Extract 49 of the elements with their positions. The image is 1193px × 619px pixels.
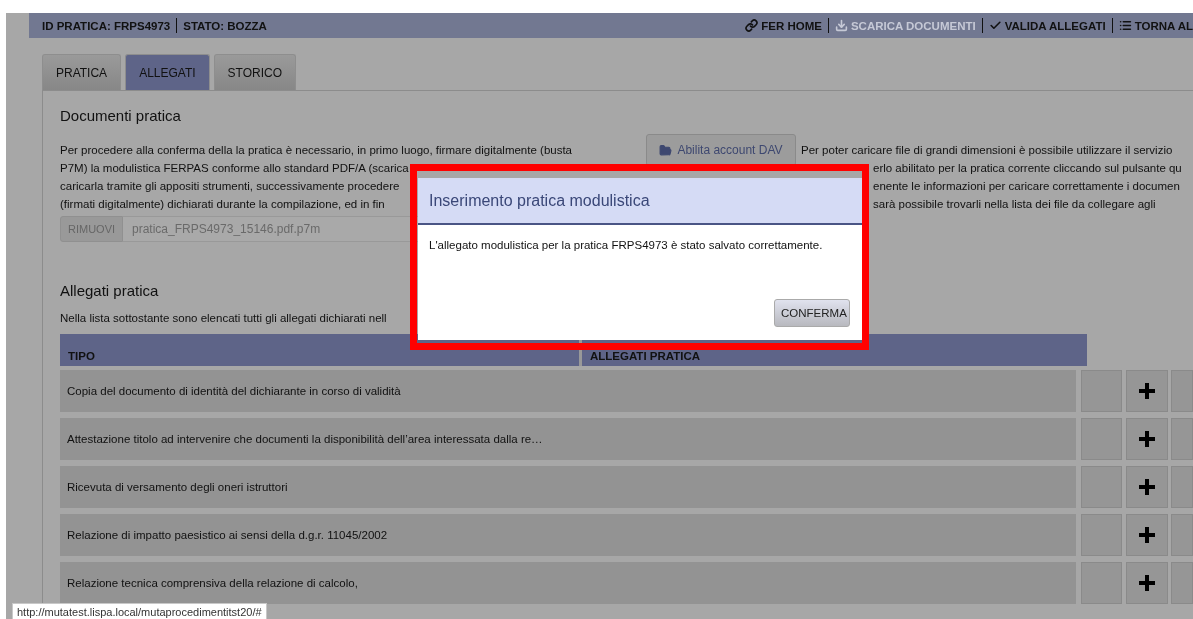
paragraph-line: P7M) la modulistica FERPAS conforme allo standard PDF/A (scarica [60,161,409,176]
plus-icon[interactable] [1137,526,1156,544]
table-cell [1081,418,1122,460]
table-cell [1171,562,1193,604]
table-cell [1171,466,1193,508]
table-cell: Relazione tecnica comprensiva della relazione di calcolo, [60,562,1077,604]
paragraph-line: (firmati digitalmente) dichiarati durante la compilazione, ed in fin [60,197,385,212]
paragraph-line: sarà possibile trovarli nella lista dei file da collegare agli [872,197,1156,212]
table-cell: Attestazione titolo ad intervenire che documenti la disponibilità dell’area interessata dalla re… [60,418,1077,460]
section-title: Allegati pratica [60,282,160,299]
table-cell [1081,370,1122,412]
paragraph-line: erlo abilitato per la pratica corrente cliccando sul pulsante qu [872,161,1182,176]
table-cell [1171,418,1193,460]
tab[interactable]: ALLEGATI [125,54,210,90]
dialog-title: Inserimento pratica modulistica [418,178,862,225]
table-cell [1171,514,1193,556]
header-link[interactable]: FER HOME [745,19,822,32]
plus-icon[interactable] [1137,478,1156,496]
section-note: Nella lista sottostante sono elencati tutti gli allegati dichiarati nell [60,312,387,324]
status-url: http://mutatest.lispa.local/mutaprocedimentitst20/# [12,603,267,619]
table-cell: Copia del documento di identità del dichiarante in corso di validità [60,370,1077,412]
table-cell [1081,514,1122,556]
plus-icon[interactable] [1137,382,1156,400]
table-cell [1081,466,1122,508]
paragraph-line: Per procedere alla conferma della la pratica è necessario, in primo luogo, firmare digitalmente (busta [60,143,572,158]
plus-icon[interactable] [1137,574,1156,592]
enable-dav-button[interactable]: Abilita account DAV [646,134,796,166]
folder-icon [659,143,673,157]
table-cell: Ricevuta di versamento degli oneri istruttori [60,466,1077,508]
paragraph-line: caricarla tramite gli appositi strumenti, successivamente procedere [60,179,400,194]
section-title: Documenti pratica [60,107,182,124]
header-link[interactable]: TORNA AL [1118,19,1193,32]
table-cell [1081,562,1122,604]
table-cell: Relazione di impatto paesistico ai sensi della d.g.r. 11045/2002 [60,514,1077,556]
tab[interactable]: PRATICA [42,54,122,90]
practice-status: STATO: BOZZA [183,19,267,32]
paragraph-line: Per poter caricare file di grandi dimensioni è possibile utilizzare il servizio [801,143,1173,158]
table-cell [1171,370,1193,412]
practice-id: ID PRATICA: FRPS4973 [42,19,171,32]
confirm-button[interactable]: CONFERMA [774,299,850,327]
list-icon [1118,19,1132,32]
paragraph-line: enente le informazioni per caricare correttamente i documen [872,179,1180,194]
download-icon [834,19,848,32]
plus-icon[interactable] [1137,430,1156,448]
column-header: ALLEGATI PRATICA [588,349,702,364]
check-icon [988,19,1002,32]
link-icon [745,19,759,32]
tab[interactable]: STORICO [213,54,297,90]
header-link[interactable]: VALIDA ALLEGATI [988,19,1106,32]
